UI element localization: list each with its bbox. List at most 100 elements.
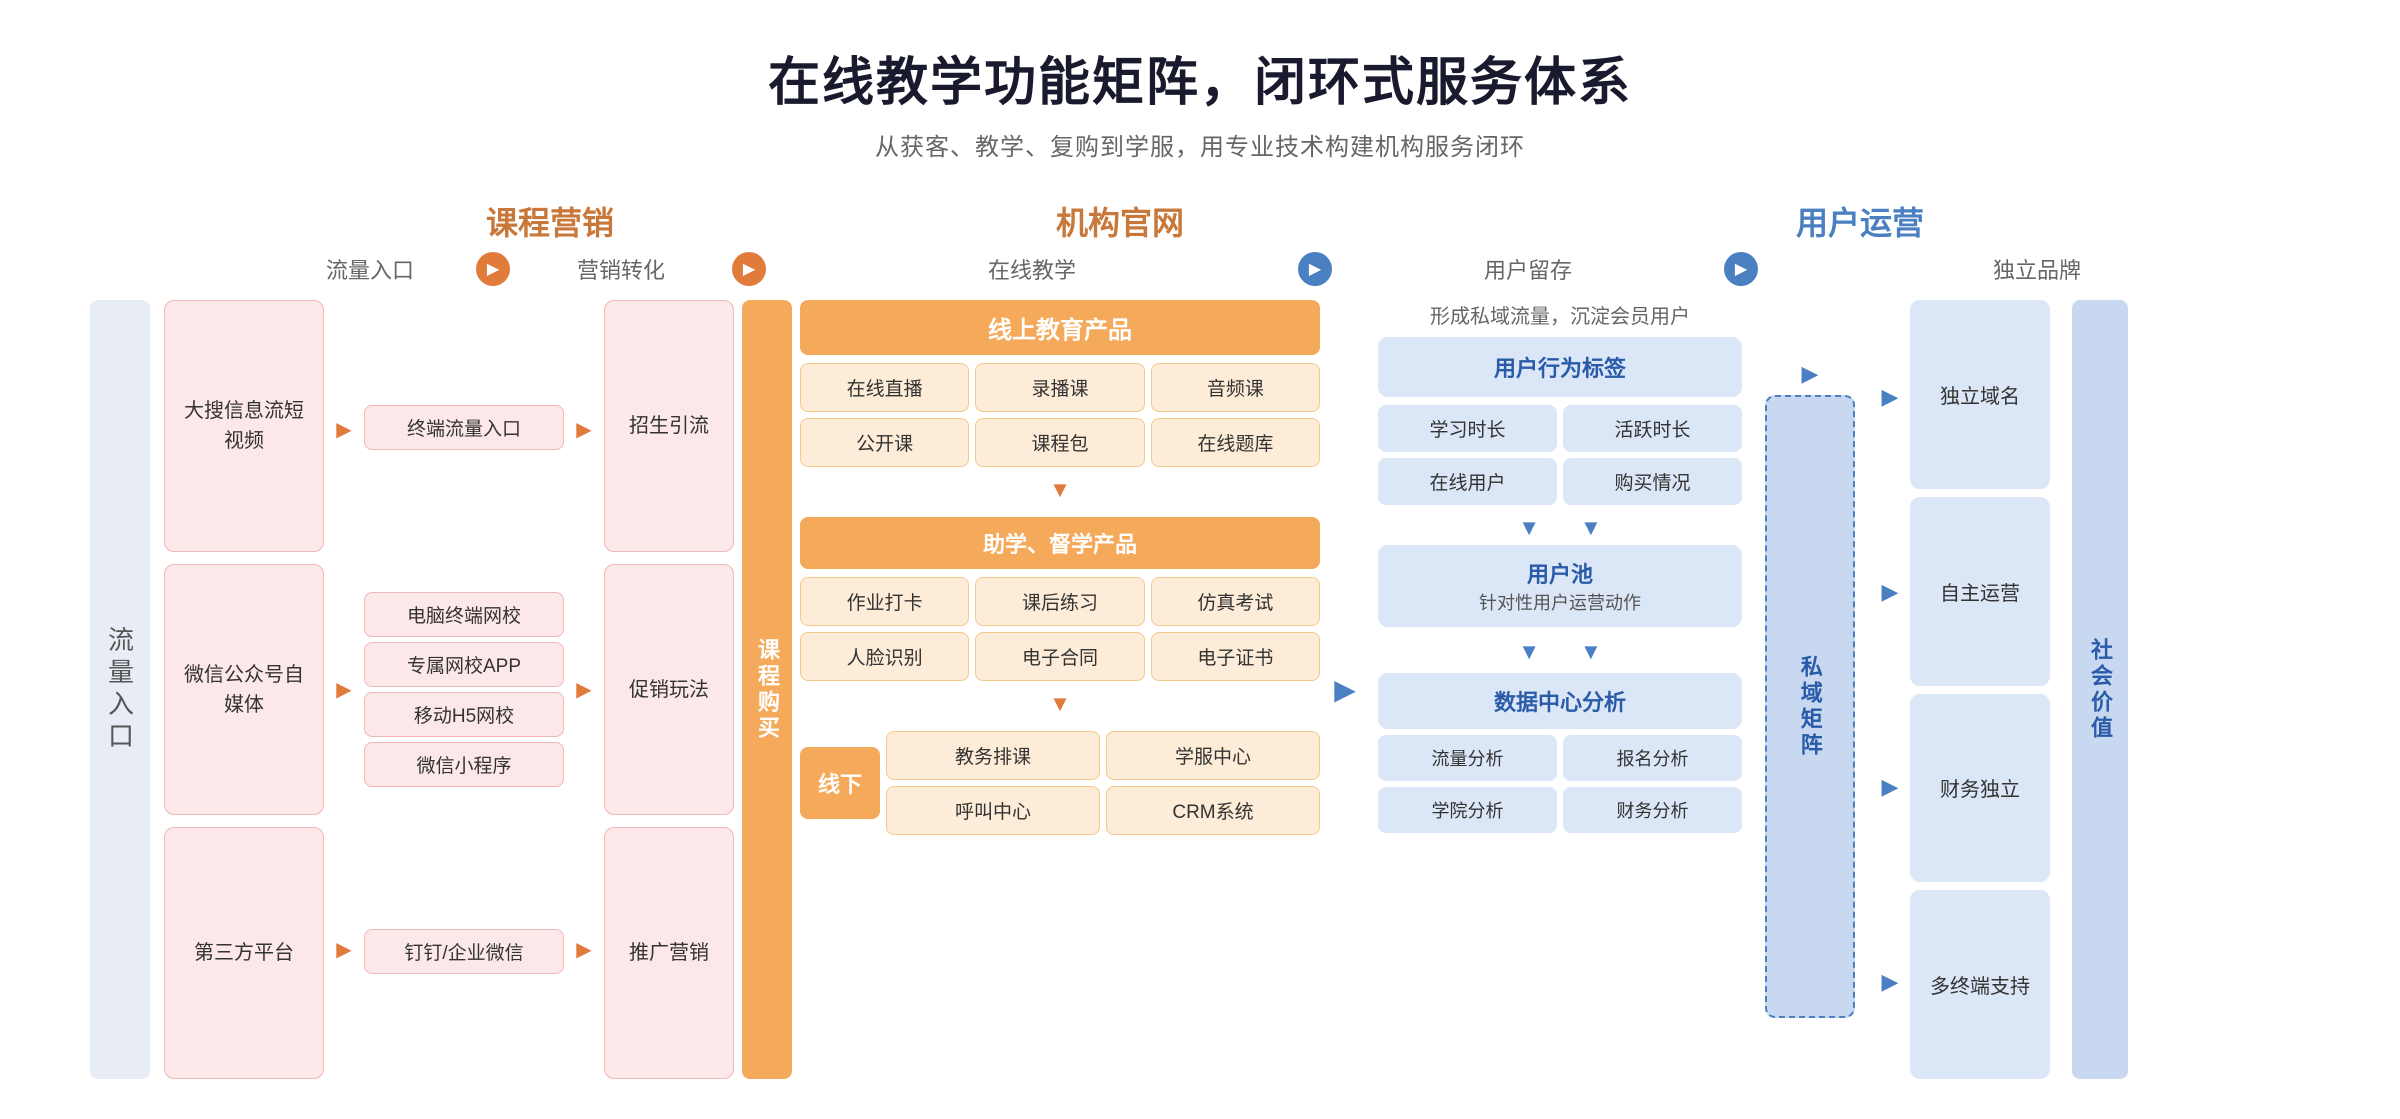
aid-item-3: 仿真考试 [1151, 577, 1320, 626]
down-arrows-retention: ▼ ▼ [1378, 511, 1742, 545]
step-independent-brand: 独立品牌 [1764, 253, 2310, 285]
step-marketing-conversion: 营销转化 [516, 253, 726, 285]
data-center-box: 数据中心分析 [1378, 673, 1742, 729]
tag-2: 活跃时长 [1563, 405, 1742, 452]
arrow-to-brand-1: ▶ [1882, 384, 1899, 410]
down-arrow-2: ▼ [800, 689, 1320, 719]
marketing-item-2: 促销玩法 [604, 564, 734, 816]
brand-item-2: 自主运营 [1910, 497, 2050, 686]
section-header-operation: 用户运营 [1410, 198, 2310, 244]
ot-item-4: 公开课 [800, 418, 969, 467]
arrow-to-brand-2: ▶ [1882, 579, 1899, 605]
user-pool-box: 用户池 针对性用户运营动作 [1378, 545, 1742, 627]
course-purchase-label: 课程购买 [742, 300, 792, 1079]
social-value-box: 社会价值 [2072, 300, 2128, 1079]
terminal-entry-4: 移动H5网校 [364, 692, 564, 737]
data-item-4: 财务分析 [1563, 787, 1742, 833]
offline-item-4: CRM系统 [1106, 786, 1320, 835]
aid-item-2: 课后练习 [975, 577, 1144, 626]
data-item-3: 学院分析 [1378, 787, 1557, 833]
social-value-col: 社会价值 [2060, 300, 2140, 1079]
aid-item-1: 作业打卡 [800, 577, 969, 626]
down-arrows-pool: ▼ ▼ [1378, 635, 1742, 669]
arrow-3: ▶ [1298, 252, 1332, 286]
step-online-teaching: 在线教学 [772, 253, 1292, 285]
traffic-source-1: 大搜信息流短视频 [164, 300, 324, 552]
small-arrow-3: ▶ [336, 937, 351, 962]
small-arrow-2: ▶ [336, 677, 351, 702]
retention-desc: 形成私域流量，沉淀会员用户 [1378, 300, 1742, 329]
data-grid: 流量分析 报名分析 学院分析 财务分析 [1378, 735, 1742, 833]
traffic-source-3: 第三方平台 [164, 827, 324, 1079]
behavior-tag-box: 用户行为标签 [1378, 337, 1742, 397]
tag-4: 购买情况 [1563, 458, 1742, 505]
marketing-col: 招生引流 促销玩法 推广营销 [604, 300, 734, 1079]
private-domain-col: ▶ 私域矩阵 [1760, 300, 1860, 1079]
small-arrow-1: ▶ [336, 417, 351, 442]
ot-item-1: 在线直播 [800, 363, 969, 412]
terminal-entry-5: 微信小程序 [364, 742, 564, 787]
aid-grid: 作业打卡 课后练习 仿真考试 人脸识别 电子合同 电子证书 [800, 577, 1320, 681]
marketing-item-3: 推广营销 [604, 827, 734, 1079]
section-arrow-col-1: ▶ [1320, 300, 1370, 1079]
terminal-group-1: 终端流量入口 [364, 300, 564, 554]
flow-entry-label: 流量入口 [90, 300, 150, 1079]
private-domain-box: 私域矩阵 [1765, 395, 1855, 1018]
small-arrow-4: ▶ [576, 417, 591, 442]
ot-item-5: 课程包 [975, 418, 1144, 467]
marketing-item-1: 招生引流 [604, 300, 734, 552]
terminal-entry-1: 终端流量入口 [364, 405, 564, 450]
terminal-entry-6: 钉钉/企业微信 [364, 929, 564, 974]
section-header-marketing: 课程营销 [270, 198, 830, 244]
page-title: 在线教学功能矩阵，闭环式服务体系 [60, 40, 2340, 115]
offline-item-2: 学服中心 [1106, 731, 1320, 780]
terminal-entry-3: 专属网校APP [364, 642, 564, 687]
user-retention-section: 形成私域流量，沉淀会员用户 用户行为标签 学习时长 活跃时长 在线用户 购买情况… [1370, 300, 1750, 1079]
arrow-4: ▶ [1724, 252, 1758, 286]
arrow-to-private: ▶ [1802, 361, 1819, 387]
arrow-1: ▶ [476, 252, 510, 286]
small-arrow-6: ▶ [576, 937, 591, 962]
ot-item-6: 在线题库 [1151, 418, 1320, 467]
offline-item-3: 呼叫中心 [886, 786, 1100, 835]
data-item-1: 流量分析 [1378, 735, 1557, 781]
aid-item-5: 电子合同 [975, 632, 1144, 681]
aid-item-6: 电子证书 [1151, 632, 1320, 681]
right-arrow-col: ▶ ▶ ▶ ▶ [1870, 300, 1910, 1079]
online-teaching-section: 线上教育产品 在线直播 录播课 音频课 公开课 课程包 在线题库 ▼ 助学、督学… [800, 300, 1320, 1079]
aid-learning-title: 助学、督学产品 [800, 517, 1320, 569]
brand-item-3: 财务独立 [1910, 694, 2050, 883]
offline-row: 线下 教务排课 学服中心 呼叫中心 CRM系统 [800, 731, 1320, 835]
page-container: 在线教学功能矩阵，闭环式服务体系 从获客、教学、复购到学服，用专业技术构建机构服… [0, 0, 2400, 1119]
arrow-col-2: ▶ ▶ ▶ [564, 300, 604, 1079]
terminal-group-3: 钉钉/企业微信 [364, 825, 564, 1079]
aid-item-4: 人脸识别 [800, 632, 969, 681]
brand-item-1: 独立域名 [1910, 300, 2050, 489]
arrow-col-1: ▶ ▶ ▶ [324, 300, 364, 1079]
section-header-website: 机构官网 [830, 198, 1410, 244]
small-arrow-5: ▶ [576, 677, 591, 702]
down-arrow-1: ▼ [800, 475, 1320, 505]
terminal-col: 终端流量入口 电脑终端网校 专属网校APP 移动H5网校 微信小程序 钉钉/企业… [364, 300, 564, 1079]
arrow-to-brand-3: ▶ [1882, 774, 1899, 800]
offline-item-1: 教务排课 [886, 731, 1100, 780]
arrow-to-brand-4: ▶ [1882, 969, 1899, 995]
ot-item-3: 音频课 [1151, 363, 1320, 412]
tag-3: 在线用户 [1378, 458, 1557, 505]
traffic-source-2: 微信公众号自媒体 [164, 564, 324, 816]
header: 在线教学功能矩阵，闭环式服务体系 从获客、教学、复购到学服，用专业技术构建机构服… [60, 40, 2340, 162]
data-item-2: 报名分析 [1563, 735, 1742, 781]
tag-grid: 学习时长 活跃时长 在线用户 购买情况 [1378, 405, 1742, 505]
brand-item-4: 多终端支持 [1910, 890, 2050, 1079]
main-content-row: 流量入口 大搜信息流短视频 微信公众号自媒体 第三方平台 ▶ ▶ ▶ 终端流量入… [90, 300, 2310, 1079]
terminal-group-2: 电脑终端网校 专属网校APP 移动H5网校 微信小程序 [364, 562, 564, 816]
page-subtitle: 从获客、教学、复购到学服，用专业技术构建机构服务闭环 [60, 127, 2340, 162]
brand-section: 独立域名 自主运营 财务独立 多终端支持 [1910, 300, 2050, 1079]
traffic-sources-col: 大搜信息流短视频 微信公众号自媒体 第三方平台 [164, 300, 324, 1079]
online-education-title: 线上教育产品 [800, 300, 1320, 355]
tag-1: 学习时长 [1378, 405, 1557, 452]
step-user-retention: 用户留存 [1338, 253, 1718, 285]
online-education-grid: 在线直播 录播课 音频课 公开课 课程包 在线题库 [800, 363, 1320, 467]
offline-label: 线下 [800, 747, 880, 819]
section-arrow-1: ▶ [1334, 673, 1356, 706]
